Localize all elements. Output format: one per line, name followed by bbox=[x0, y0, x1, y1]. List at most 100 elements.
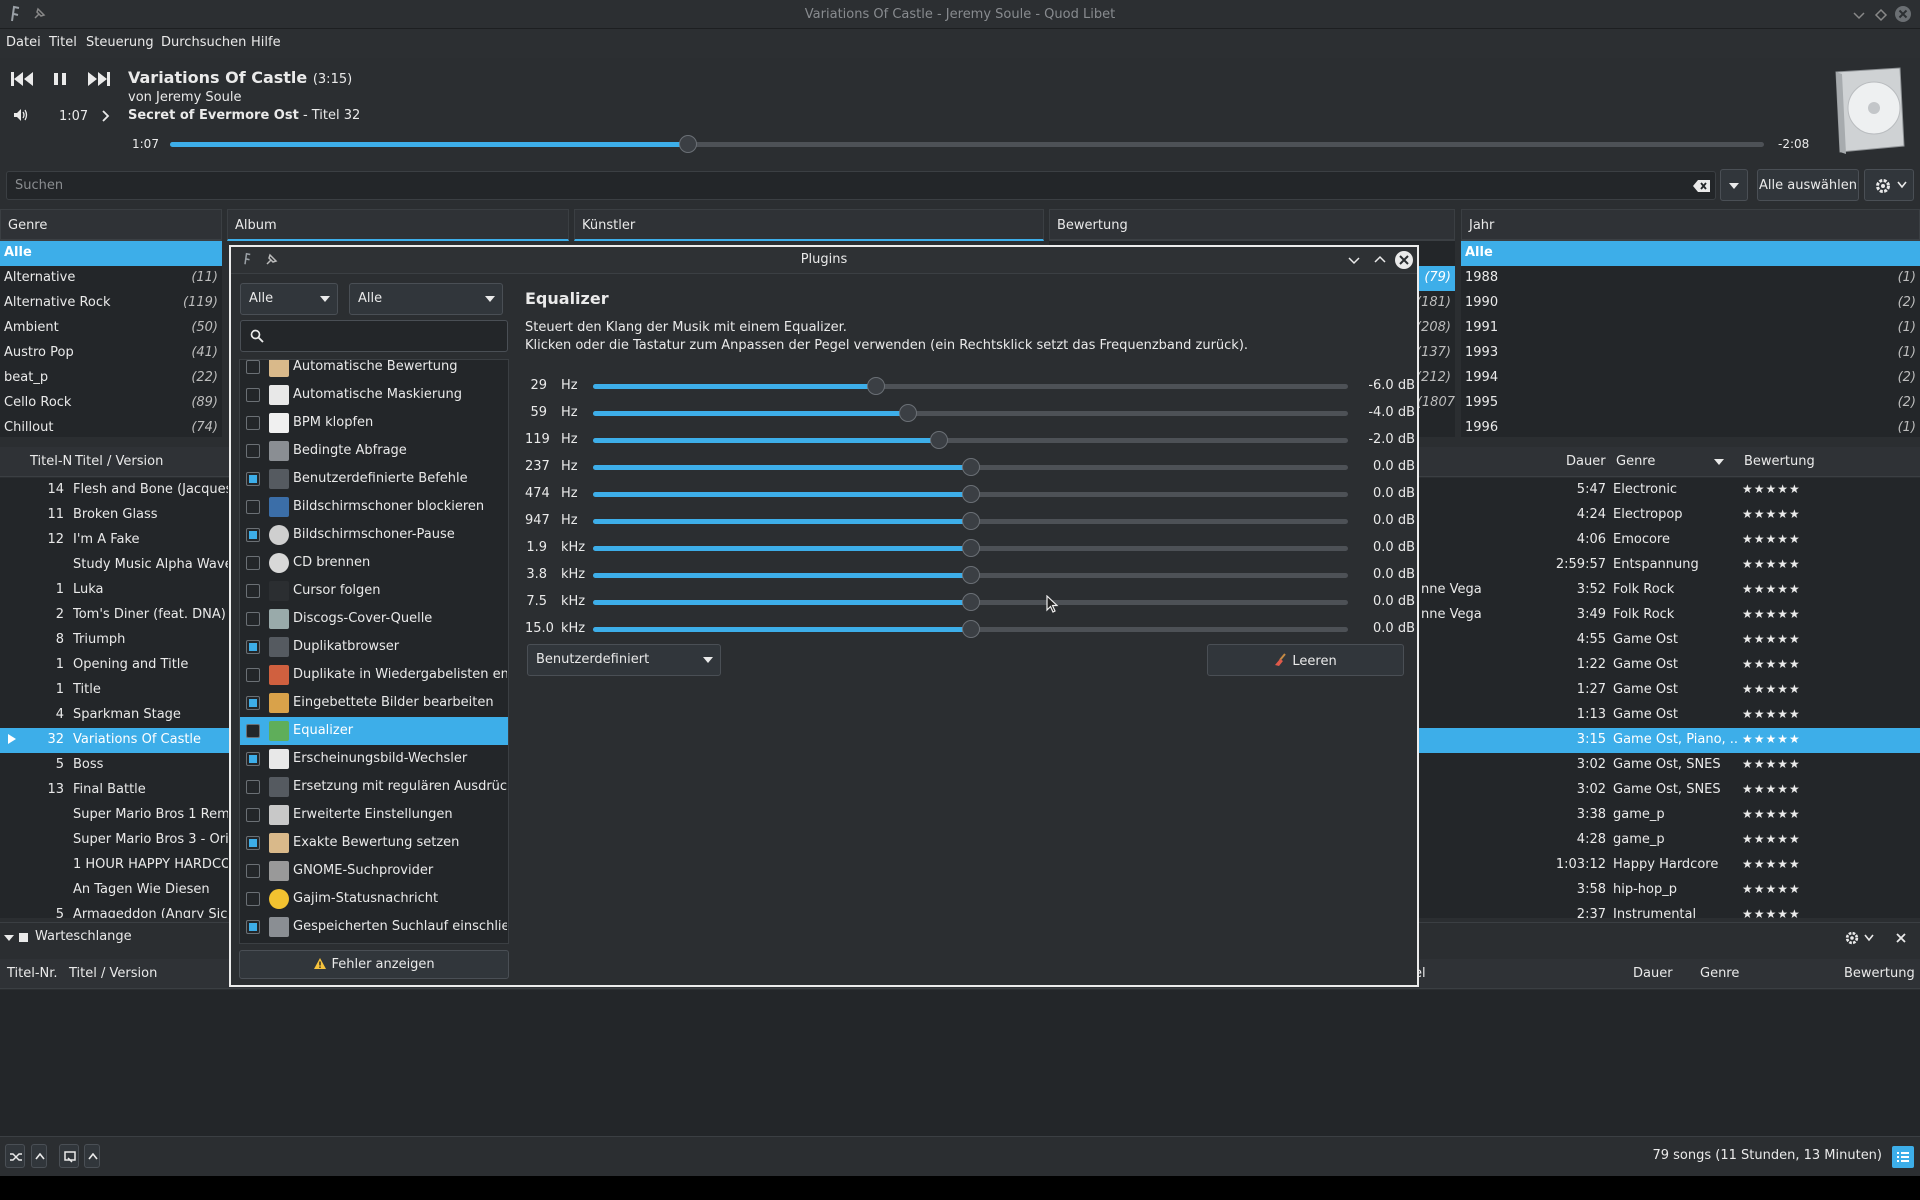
search-input[interactable]: Suchen bbox=[6, 171, 1716, 200]
plugin-item[interactable]: Automatische Maskierung bbox=[240, 381, 508, 409]
band-slider-handle[interactable] bbox=[962, 485, 980, 503]
plugin-item[interactable]: Benutzerdefinierte Befehle bbox=[240, 465, 508, 493]
plugin-enable-checkbox[interactable] bbox=[246, 808, 260, 822]
column-header-rating[interactable]: Bewertung bbox=[1744, 454, 1815, 469]
plugin-type-combo[interactable]: Alle bbox=[349, 283, 503, 315]
queue-column-num[interactable]: Titel-Nr. bbox=[7, 966, 58, 981]
repeat-options-button[interactable] bbox=[84, 1144, 100, 1168]
plugin-item[interactable]: BPM klopfen bbox=[240, 409, 508, 437]
genre-item[interactable]: Alternative (11) bbox=[0, 266, 222, 291]
cell-rating[interactable]: ★★★★★ bbox=[1742, 682, 1801, 696]
queue-column-genre[interactable]: Genre bbox=[1700, 966, 1739, 981]
queue-column-duration[interactable]: Dauer bbox=[1633, 966, 1673, 981]
queue-settings-gear-icon[interactable] bbox=[1844, 930, 1860, 946]
column-header-duration[interactable]: Dauer bbox=[1566, 454, 1606, 469]
band-slider-handle[interactable] bbox=[962, 458, 980, 476]
year-item[interactable]: 1996 (1) bbox=[1461, 416, 1920, 437]
genre-item[interactable]: Austro Pop (41) bbox=[0, 341, 222, 366]
plugin-enable-checkbox[interactable] bbox=[246, 696, 260, 710]
cell-rating[interactable]: ★★★★★ bbox=[1742, 607, 1801, 621]
band-slider[interactable] bbox=[593, 404, 1348, 422]
plugin-item[interactable]: Exakte Bewertung setzen bbox=[240, 829, 508, 857]
equalizer-preset-combo[interactable]: Benutzerdefiniert bbox=[527, 644, 721, 676]
band-slider[interactable] bbox=[593, 458, 1348, 476]
next-track-icon[interactable] bbox=[86, 70, 112, 88]
plugin-item[interactable]: Bedingte Abfrage bbox=[240, 437, 508, 465]
equalizer-clear-button[interactable]: Leeren bbox=[1207, 644, 1404, 676]
plugin-enable-checkbox[interactable] bbox=[246, 388, 260, 402]
cell-rating[interactable]: ★★★★★ bbox=[1742, 732, 1801, 746]
cell-rating[interactable]: ★★★★★ bbox=[1742, 657, 1801, 671]
plugin-item[interactable]: Erweiterte Einstellungen bbox=[240, 801, 508, 829]
cell-rating[interactable]: ★★★★★ bbox=[1742, 832, 1801, 846]
clear-search-icon[interactable] bbox=[1693, 179, 1711, 193]
plugin-enable-checkbox[interactable] bbox=[246, 668, 260, 682]
genre-item[interactable]: Cello Rock (89) bbox=[0, 391, 222, 416]
band-slider[interactable] bbox=[593, 566, 1348, 584]
cell-rating[interactable]: ★★★★★ bbox=[1742, 757, 1801, 771]
previous-track-icon[interactable] bbox=[9, 70, 35, 88]
cell-rating[interactable]: ★★★★★ bbox=[1742, 907, 1801, 918]
close-queue-icon[interactable] bbox=[1895, 932, 1907, 944]
cell-rating[interactable]: ★★★★★ bbox=[1742, 807, 1801, 821]
search-history-dropdown[interactable] bbox=[1720, 169, 1748, 201]
repeat-button[interactable] bbox=[59, 1144, 79, 1168]
select-all-button[interactable]: Alle auswählen bbox=[1757, 169, 1859, 201]
maximize-icon[interactable] bbox=[1373, 253, 1387, 267]
browser-settings-button[interactable] bbox=[1864, 169, 1914, 201]
close-dialog-icon[interactable] bbox=[1394, 250, 1414, 270]
plugin-item[interactable]: Duplikatbrowser bbox=[240, 633, 508, 661]
plugin-enable-checkbox[interactable] bbox=[246, 724, 260, 738]
seek-handle[interactable] bbox=[679, 135, 697, 153]
band-slider-handle[interactable] bbox=[962, 620, 980, 638]
cell-rating[interactable]: ★★★★★ bbox=[1742, 782, 1801, 796]
cell-rating[interactable]: ★★★★★ bbox=[1742, 882, 1801, 896]
maximize-icon[interactable] bbox=[1874, 8, 1888, 22]
band-slider[interactable] bbox=[593, 485, 1348, 503]
band-slider[interactable] bbox=[593, 593, 1348, 611]
plugin-enable-checkbox[interactable] bbox=[246, 416, 260, 430]
chevron-down-icon[interactable] bbox=[1864, 934, 1874, 942]
genre-item-alle[interactable]: Alle bbox=[0, 241, 222, 266]
plugin-enable-checkbox[interactable] bbox=[246, 528, 260, 542]
shuffle-options-button[interactable] bbox=[31, 1144, 47, 1168]
plugin-item[interactable]: Automatische Bewertung bbox=[240, 360, 508, 381]
year-item[interactable]: 1995 (2) bbox=[1461, 391, 1920, 416]
cell-rating[interactable]: ★★★★★ bbox=[1742, 482, 1801, 496]
seek-bar[interactable] bbox=[170, 135, 1764, 153]
cell-rating[interactable]: ★★★★★ bbox=[1742, 857, 1801, 871]
band-slider-handle[interactable] bbox=[930, 431, 948, 449]
band-slider[interactable] bbox=[593, 377, 1348, 395]
band-slider-handle[interactable] bbox=[962, 512, 980, 530]
album-cover-icon[interactable] bbox=[1826, 64, 1910, 160]
plugin-search-input[interactable] bbox=[240, 320, 508, 352]
plugin-enable-checkbox[interactable] bbox=[246, 892, 260, 906]
year-item[interactable]: 1990 (2) bbox=[1461, 291, 1920, 316]
menu-durchsuchen[interactable]: Durchsuchen bbox=[161, 35, 246, 50]
plugin-filter-combo[interactable]: Alle bbox=[240, 283, 338, 315]
queue-checkbox[interactable] bbox=[19, 933, 28, 942]
menu-datei[interactable]: Datei bbox=[6, 35, 41, 50]
plugin-enable-checkbox[interactable] bbox=[246, 360, 260, 374]
rating-count[interactable]: (79) bbox=[1419, 266, 1455, 291]
cell-rating[interactable]: ★★★★★ bbox=[1742, 557, 1801, 571]
plugin-item[interactable]: Eingebettete Bilder bearbeiten bbox=[240, 689, 508, 717]
plugin-item[interactable]: Gespeicherten Suchlauf einschließ... bbox=[240, 913, 508, 941]
band-slider[interactable] bbox=[593, 620, 1348, 638]
year-pane-header[interactable]: Jahr bbox=[1461, 209, 1920, 241]
plugin-item[interactable]: CD brennen bbox=[240, 549, 508, 577]
plugin-item[interactable]: GNOME-Suchprovider bbox=[240, 857, 508, 885]
plugin-enable-checkbox[interactable] bbox=[246, 780, 260, 794]
band-slider-handle[interactable] bbox=[962, 566, 980, 584]
plugin-item[interactable]: Bildschirmschoner blockieren bbox=[240, 493, 508, 521]
genre-pane-header[interactable]: Genre bbox=[0, 209, 222, 241]
plugin-enable-checkbox[interactable] bbox=[246, 472, 260, 486]
cell-rating[interactable]: ★★★★★ bbox=[1742, 632, 1801, 646]
genre-item[interactable]: beat_p (22) bbox=[0, 366, 222, 391]
queue-column-title[interactable]: Titel / Version bbox=[69, 966, 157, 981]
plugin-enable-checkbox[interactable] bbox=[246, 920, 260, 934]
genre-item[interactable]: Alternative Rock (119) bbox=[0, 291, 222, 316]
plugin-enable-checkbox[interactable] bbox=[246, 612, 260, 626]
plugin-enable-checkbox[interactable] bbox=[246, 500, 260, 514]
year-item[interactable]: 1993 (1) bbox=[1461, 341, 1920, 366]
